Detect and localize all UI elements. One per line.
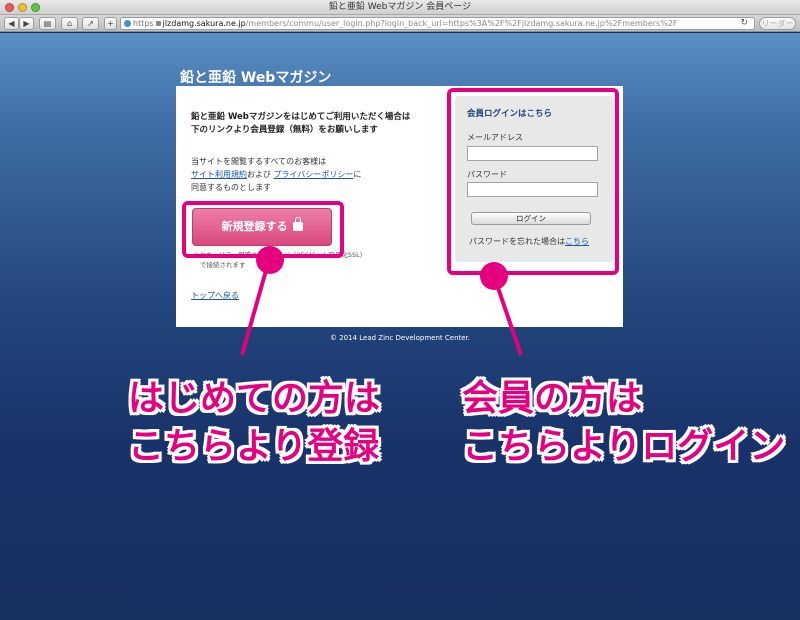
forward-button[interactable]: ▶ bbox=[19, 17, 34, 30]
left-callout-dot bbox=[256, 246, 284, 274]
bookmarks-button[interactable]: ▤ bbox=[39, 17, 56, 30]
window-titlebar: 鉛と亜鉛 Webマガジン 会員ページ bbox=[0, 0, 800, 15]
home-button[interactable]: ⌂ bbox=[61, 17, 78, 30]
url-host: jlzdamg.sakura.ne.jp bbox=[162, 19, 246, 28]
reader-button[interactable]: リーダー bbox=[759, 17, 796, 30]
callout-lines bbox=[240, 259, 523, 356]
login-callout-text: 会員の方は こちらよりログイン bbox=[462, 375, 785, 471]
left-callout-line bbox=[240, 259, 271, 356]
login-highlight-box bbox=[447, 88, 619, 275]
address-bar[interactable]: https jlzdamg.sakura.ne.jp/members/commu/… bbox=[120, 17, 755, 30]
home-icon: ⌂ bbox=[66, 19, 73, 28]
back-arrow-icon: ◀ bbox=[8, 19, 15, 28]
register-callout-text: はじめての方は こちらより登録 bbox=[128, 375, 380, 471]
url-scheme: https bbox=[133, 19, 154, 28]
register-callout-line-2: こちらより登録 bbox=[128, 426, 380, 467]
login-callout-line-2: こちらよりログイン bbox=[462, 426, 786, 467]
browser-toolbar: ◀ ▶ ▤ ⌂ ↗ + https jlzdamg.sakura.ne.jp/me… bbox=[0, 15, 800, 32]
back-button[interactable]: ◀ bbox=[4, 17, 19, 30]
lock-icon bbox=[155, 21, 161, 26]
share-button[interactable]: ↗ bbox=[82, 17, 99, 30]
share-icon: ↗ bbox=[87, 19, 94, 28]
zoom-window-button[interactable] bbox=[31, 3, 40, 12]
close-window-button[interactable] bbox=[5, 3, 14, 12]
window-title: 鉛と亜鉛 Webマガジン 会員ページ bbox=[328, 2, 472, 12]
login-callout-line-1: 会員の方は bbox=[462, 378, 643, 419]
reload-icon[interactable]: ↻ bbox=[740, 18, 748, 29]
page-viewport: 鉛と亜鉛 Webマガジン 鉛と亜鉛 Webマガジンをはじめてご利用いただく場合は… bbox=[0, 33, 800, 620]
bookmarks-icon: ▤ bbox=[43, 19, 52, 28]
right-callout-dot bbox=[480, 262, 508, 290]
plus-icon: + bbox=[107, 19, 114, 28]
minimize-window-button[interactable] bbox=[18, 3, 27, 12]
register-callout-line-1: はじめての方は bbox=[128, 378, 381, 419]
forward-arrow-icon: ▶ bbox=[23, 19, 30, 28]
new-tab-button[interactable]: + bbox=[104, 17, 117, 30]
globe-icon bbox=[124, 20, 131, 27]
url-path: /members/commu/user_login.php?login_back… bbox=[245, 19, 678, 28]
